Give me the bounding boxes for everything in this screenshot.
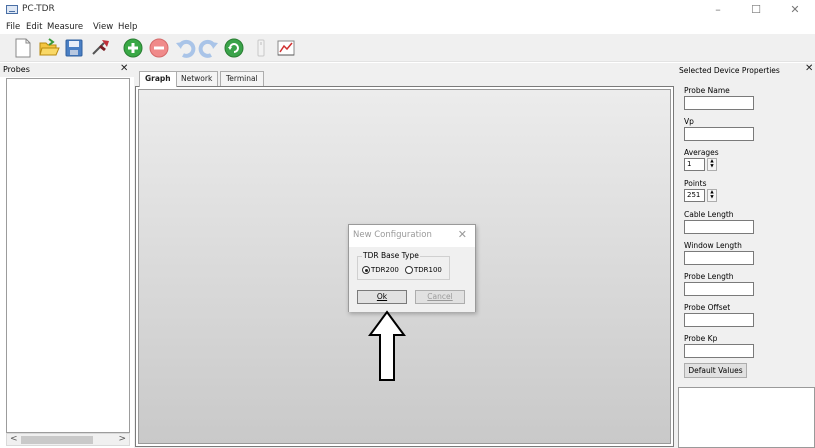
probes-title: Probes <box>3 65 30 74</box>
properties-panel: Selected Device Properties ✕ Probe Name … <box>676 63 815 448</box>
default-values-button[interactable]: Default Values <box>684 363 747 378</box>
menu-edit[interactable]: Edit <box>26 22 42 32</box>
save-icon[interactable] <box>63 37 85 59</box>
vp-input[interactable] <box>684 127 754 141</box>
probes-horizontal-scrollbar[interactable]: < > <box>6 433 130 446</box>
properties-close-icon[interactable]: ✕ <box>805 63 813 74</box>
open-folder-icon[interactable] <box>38 37 60 59</box>
close-window-button[interactable]: ✕ <box>780 1 810 19</box>
tdr-base-type-group: TDR Base Type TDR200 TDR100 <box>357 251 450 280</box>
title-bar: PC-TDR – ☐ ✕ <box>0 0 815 20</box>
add-icon[interactable] <box>122 37 144 59</box>
averages-input[interactable]: 1 <box>684 158 705 171</box>
minimize-button[interactable]: – <box>703 1 733 19</box>
chart-icon[interactable] <box>275 37 297 59</box>
cancel-button[interactable]: Cancel <box>415 290 465 304</box>
menu-view[interactable]: View <box>93 22 113 32</box>
refresh-icon[interactable] <box>223 37 245 59</box>
tab-network[interactable]: Network <box>175 71 219 86</box>
dialog-title: New Configuration <box>353 230 432 240</box>
menu-help[interactable]: Help <box>118 22 137 32</box>
undo-icon[interactable] <box>174 37 196 59</box>
cancel-button-label: Cancel <box>427 292 453 301</box>
menu-measure[interactable]: Measure <box>47 22 83 32</box>
dialog-close-icon[interactable]: ✕ <box>458 228 467 241</box>
probe-name-input[interactable] <box>684 96 754 110</box>
window-length-label: Window Length <box>684 241 742 250</box>
radio-tdr100[interactable]: TDR100 <box>405 266 442 274</box>
radio-unselected-icon <box>405 266 413 274</box>
radio-tdr200[interactable]: TDR200 <box>362 266 399 274</box>
redo-icon[interactable] <box>198 37 220 59</box>
radio-tdr100-label: TDR100 <box>414 266 442 274</box>
probe-kp-label: Probe Kp <box>684 334 718 343</box>
points-label: Points <box>684 179 707 188</box>
cable-length-input[interactable] <box>684 220 754 234</box>
tab-graph[interactable]: Graph <box>139 71 177 87</box>
up-arrow-icon <box>368 310 406 381</box>
probe-offset-label: Probe Offset <box>684 303 731 312</box>
probe-kp-input[interactable] <box>684 344 754 358</box>
scroll-right-icon[interactable]: > <box>118 434 126 444</box>
radio-selected-icon <box>362 266 370 274</box>
probes-list[interactable] <box>6 78 130 433</box>
menu-file[interactable]: File <box>6 22 20 32</box>
spin-down-icon[interactable]: ▼ <box>708 195 716 200</box>
probes-panel-header: Probes ✕ <box>0 63 134 77</box>
averages-spinner[interactable]: ▲ ▼ <box>707 158 717 171</box>
menu-bar: File Edit Measure View Help <box>0 20 815 34</box>
probe-length-label: Probe Length <box>684 272 734 281</box>
points-spinner[interactable]: ▲ ▼ <box>707 189 717 202</box>
ok-button-label: Ok <box>376 292 388 301</box>
new-configuration-dialog: New Configuration ✕ TDR Base Type TDR200… <box>348 224 476 312</box>
properties-title: Selected Device Properties <box>679 66 780 75</box>
dialog-body: TDR Base Type TDR200 TDR100 Ok Cancel <box>349 247 475 312</box>
scroll-thumb[interactable] <box>21 436 93 444</box>
tab-terminal[interactable]: Terminal <box>220 71 264 86</box>
averages-label: Averages <box>684 148 719 157</box>
new-file-icon[interactable] <box>12 37 34 59</box>
scroll-left-icon[interactable]: < <box>10 434 18 444</box>
properties-info-box <box>678 387 815 448</box>
spin-down-icon[interactable]: ▼ <box>708 164 716 169</box>
points-input[interactable]: 251 <box>684 189 705 202</box>
window-title: PC-TDR <box>22 4 55 14</box>
app-icon <box>6 5 18 14</box>
probe-name-label: Probe Name <box>684 86 730 95</box>
ok-button[interactable]: Ok <box>357 290 407 304</box>
device-icon[interactable] <box>250 37 272 59</box>
probe-length-input[interactable] <box>684 282 754 296</box>
cable-length-label: Cable Length <box>684 210 734 219</box>
probes-close-icon[interactable]: ✕ <box>120 63 128 74</box>
group-label: TDR Base Type <box>362 251 420 260</box>
vp-label: Vp <box>684 117 694 126</box>
probe-icon[interactable] <box>90 37 112 59</box>
radio-tdr200-label: TDR200 <box>371 266 399 274</box>
probe-offset-input[interactable] <box>684 313 754 327</box>
window-length-input[interactable] <box>684 251 754 265</box>
remove-icon[interactable] <box>148 37 170 59</box>
toolbar <box>0 34 815 62</box>
maximize-button[interactable]: ☐ <box>741 1 771 19</box>
